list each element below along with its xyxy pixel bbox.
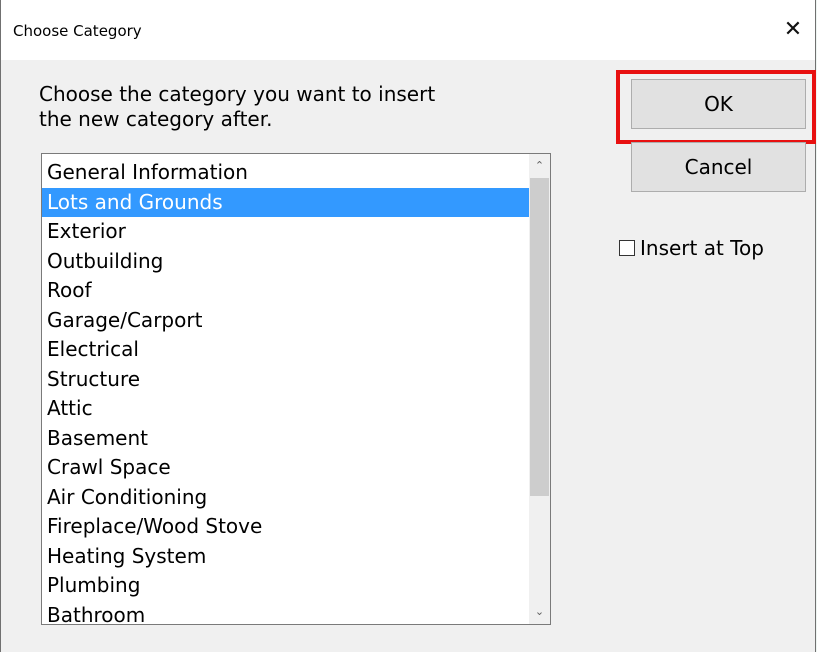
list-item[interactable]: Bathroom: [42, 601, 530, 625]
category-listbox[interactable]: General Information Lots and Grounds Exter…: [41, 153, 551, 625]
list-item[interactable]: Outbuilding: [42, 247, 530, 277]
list-item[interactable]: Fireplace/Wood Stove: [42, 512, 530, 542]
choose-category-dialog: Choose Category ✕ Choose the category yo…: [0, 0, 816, 652]
list-item[interactable]: Structure: [42, 365, 530, 395]
instruction-line-2: the new category after.: [39, 107, 273, 131]
list-item[interactable]: Air Conditioning: [42, 483, 530, 513]
list-item[interactable]: Basement: [42, 424, 530, 454]
list-item[interactable]: Roof: [42, 276, 530, 306]
list-item[interactable]: Exterior: [42, 217, 530, 247]
list-item[interactable]: Plumbing: [42, 571, 530, 601]
list-item[interactable]: Attic: [42, 394, 530, 424]
chevron-down-icon[interactable]: ⌄: [529, 602, 550, 622]
cancel-button[interactable]: Cancel: [631, 142, 806, 192]
list-item[interactable]: Garage/Carport: [42, 306, 530, 336]
list-item[interactable]: Lots and Grounds: [42, 187, 530, 217]
scrollbar-thumb[interactable]: [530, 178, 549, 496]
close-icon[interactable]: ✕: [771, 10, 815, 50]
window-title: Choose Category: [13, 22, 142, 40]
list-item[interactable]: Crawl Space: [42, 453, 530, 483]
list-item[interactable]: General Information: [42, 158, 530, 188]
list-item[interactable]: Electrical: [42, 335, 530, 365]
chevron-up-icon[interactable]: ⌃: [529, 156, 550, 176]
insert-at-top-option[interactable]: Insert at Top: [619, 236, 764, 260]
title-bar: Choose Category ✕: [1, 0, 815, 60]
insert-at-top-label: Insert at Top: [640, 236, 764, 260]
instruction-line-1: Choose the category you want to insert: [39, 82, 436, 106]
insert-at-top-checkbox[interactable]: [619, 240, 635, 256]
ok-button[interactable]: OK: [631, 79, 806, 129]
list-item[interactable]: Heating System: [42, 542, 530, 572]
vertical-scrollbar[interactable]: ⌃ ⌄: [529, 154, 550, 624]
category-list: General Information Lots and Grounds Exter…: [42, 158, 530, 625]
instruction-text: Choose the category you want to insert t…: [39, 82, 435, 132]
